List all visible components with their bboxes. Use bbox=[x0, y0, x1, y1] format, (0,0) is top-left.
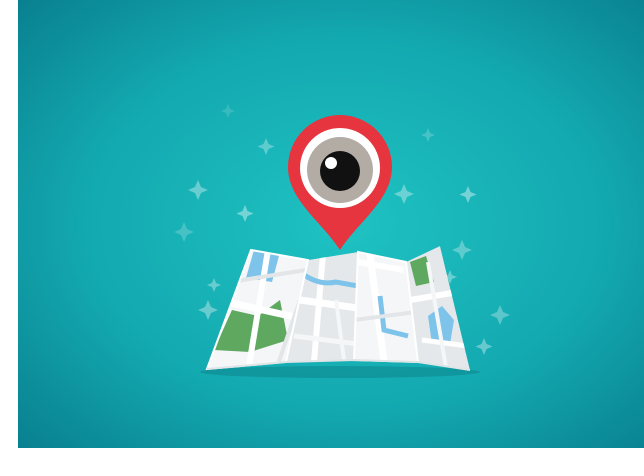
folded-map-icon bbox=[205, 246, 471, 371]
map-location-illustration bbox=[18, 0, 644, 448]
eye-icon bbox=[307, 137, 373, 203]
map-shadow bbox=[200, 366, 480, 378]
illustration bbox=[18, 0, 644, 448]
image-frame bbox=[0, 0, 644, 476]
